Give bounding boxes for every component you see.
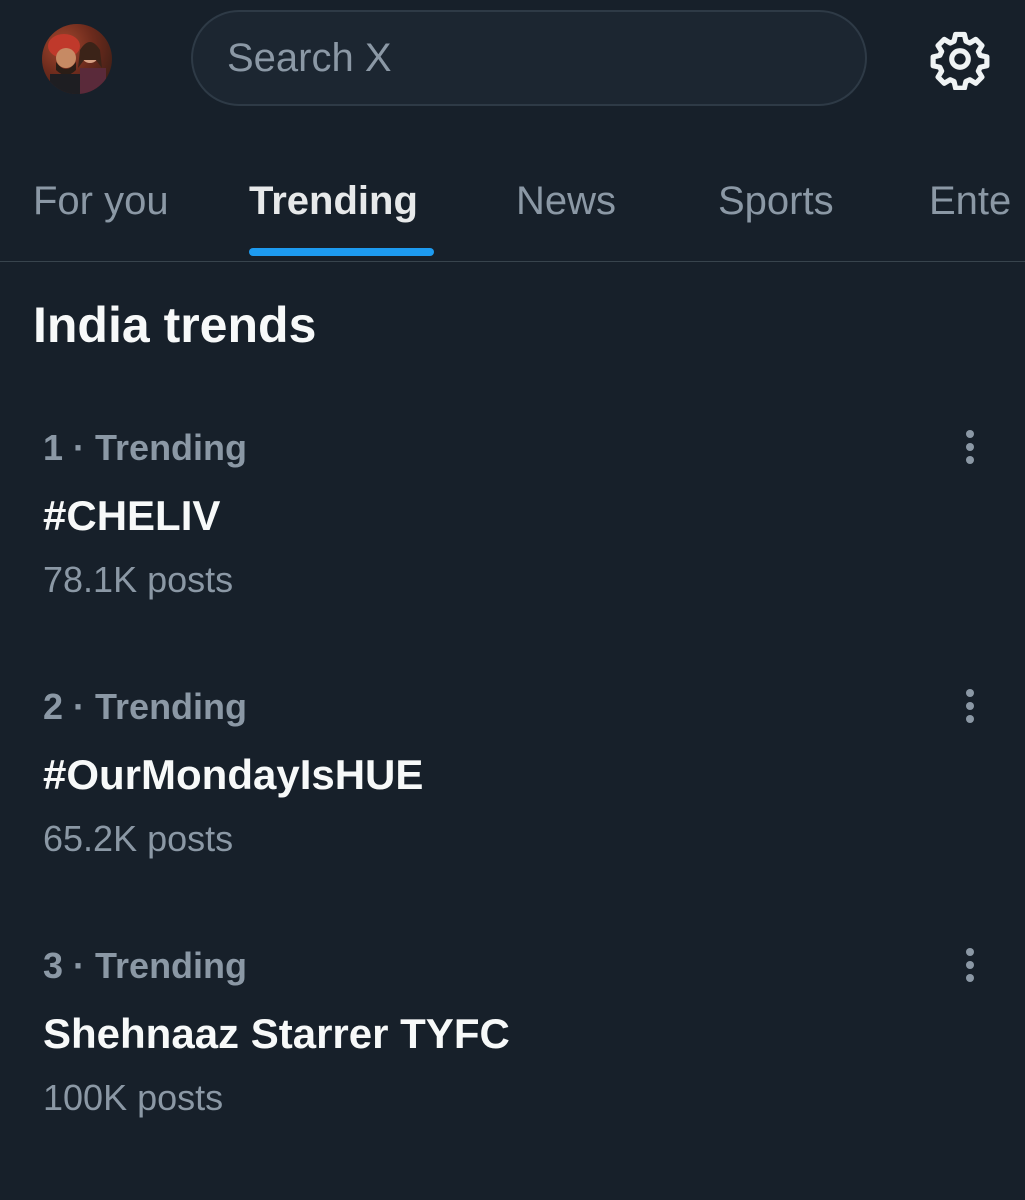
- tab-sports[interactable]: Sports: [718, 178, 834, 238]
- trend-post-count: 78.1K posts: [43, 559, 234, 600]
- top-bar: [0, 0, 1025, 130]
- trend-meta: 3 · Trending: [43, 945, 248, 986]
- tab-label: News: [516, 179, 617, 223]
- tab-bar: For you Trending News Sports Ente: [0, 150, 1025, 262]
- profile-avatar[interactable]: [42, 24, 112, 94]
- tab-entertainment[interactable]: Ente: [929, 178, 1011, 238]
- trend-meta: 1 · Trending: [43, 427, 248, 468]
- more-options-icon[interactable]: [950, 946, 990, 986]
- search-bar[interactable]: [191, 10, 867, 106]
- trend-post-count: 100K posts: [43, 1077, 224, 1118]
- trend-rank: 3: [43, 945, 64, 986]
- trend-rank: 2: [43, 686, 64, 727]
- tab-label: Sports: [718, 179, 834, 223]
- section-title: India trends: [33, 297, 317, 353]
- trend-item[interactable]: 3 · Trending Shehnaaz Starrer TYFC 100K …: [0, 944, 1025, 1164]
- trend-item[interactable]: 1 · Trending #CHELIV 78.1K posts: [0, 426, 1025, 646]
- more-options-icon[interactable]: [950, 687, 990, 727]
- gear-icon[interactable]: [929, 28, 991, 91]
- tab-news[interactable]: News: [516, 178, 616, 238]
- tab-for-you[interactable]: For you: [33, 178, 169, 238]
- tab-trending[interactable]: Trending: [249, 178, 434, 256]
- trend-category: Trending: [95, 427, 248, 468]
- trend-name: #OurMondayIsHUE: [43, 751, 424, 798]
- trend-name: #CHELIV: [43, 492, 221, 539]
- active-tab-indicator: [249, 248, 434, 256]
- tab-label: Ente: [929, 179, 1012, 223]
- tab-label: For you: [33, 179, 169, 223]
- trend-post-count: 65.2K posts: [43, 818, 234, 859]
- search-input[interactable]: [227, 35, 827, 81]
- trend-item[interactable]: 2 · Trending #OurMondayIsHUE 65.2K posts: [0, 685, 1025, 905]
- trend-name: Shehnaaz Starrer TYFC: [43, 1010, 510, 1057]
- trend-category: Trending: [95, 686, 248, 727]
- tab-label: Trending: [249, 179, 418, 223]
- trend-rank: 1: [43, 427, 64, 468]
- trend-category: Trending: [95, 945, 248, 986]
- trend-meta: 2 · Trending: [43, 686, 248, 727]
- more-options-icon[interactable]: [950, 428, 990, 468]
